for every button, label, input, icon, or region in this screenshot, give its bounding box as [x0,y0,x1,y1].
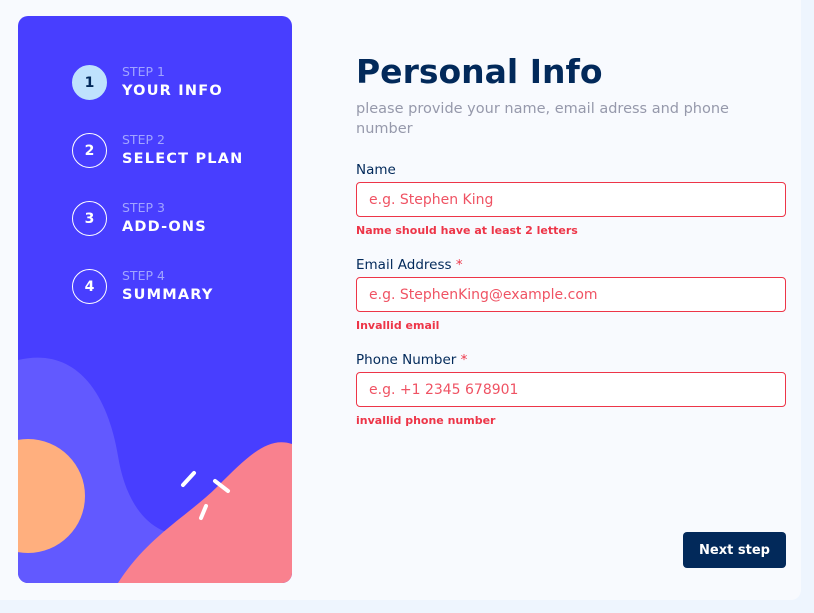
email-input[interactable] [356,277,786,312]
email-field-group: Email Address * Invallid email [356,256,786,333]
step-number-badge: 2 [72,133,107,168]
step-number-badge: 4 [72,269,107,304]
form-content: Personal Info please provide your name, … [356,50,786,428]
name-label: Name [356,162,396,178]
sidebar-step-1[interactable]: 1 STEP 1 YOUR INFO [72,64,223,101]
phone-error: invallid phone number [356,414,496,427]
step-title: ADD-ONS [122,219,207,235]
step-number-badge: 1 [72,65,107,100]
phone-input[interactable] [356,372,786,407]
step-title: SUMMARY [122,287,214,303]
email-label: Email Address * [356,257,463,273]
form-card: 1 STEP 1 YOUR INFO 2 STEP 2 SELECT PLAN … [0,0,801,600]
name-error: Name should have at least 2 letters [356,224,578,237]
sidebar-step-2[interactable]: 2 STEP 2 SELECT PLAN [72,132,244,169]
page-subtitle: please provide your name, email adress a… [356,101,729,137]
step-caption: STEP 3 [122,200,165,215]
step-caption: STEP 2 [122,132,165,147]
sidebar-step-4[interactable]: 4 STEP 4 SUMMARY [72,268,214,305]
step-caption: STEP 1 [122,64,165,79]
step-caption: STEP 4 [122,268,165,283]
page-title: Personal Info [356,52,603,91]
email-error: Invallid email [356,319,440,332]
step-title: SELECT PLAN [122,151,244,167]
step-number-badge: 3 [72,201,107,236]
name-field-group: Name Name should have at least 2 letters [356,161,786,238]
name-input[interactable] [356,182,786,217]
phone-field-group: Phone Number * invallid phone number [356,351,786,428]
required-mark: * [460,352,468,368]
next-step-button[interactable]: Next step [683,532,786,568]
required-mark: * [455,257,463,273]
step-title: YOUR INFO [122,83,223,99]
phone-label: Phone Number * [356,352,468,368]
step-sidebar: 1 STEP 1 YOUR INFO 2 STEP 2 SELECT PLAN … [18,16,292,583]
sidebar-step-3[interactable]: 3 STEP 3 ADD-ONS [72,200,207,237]
